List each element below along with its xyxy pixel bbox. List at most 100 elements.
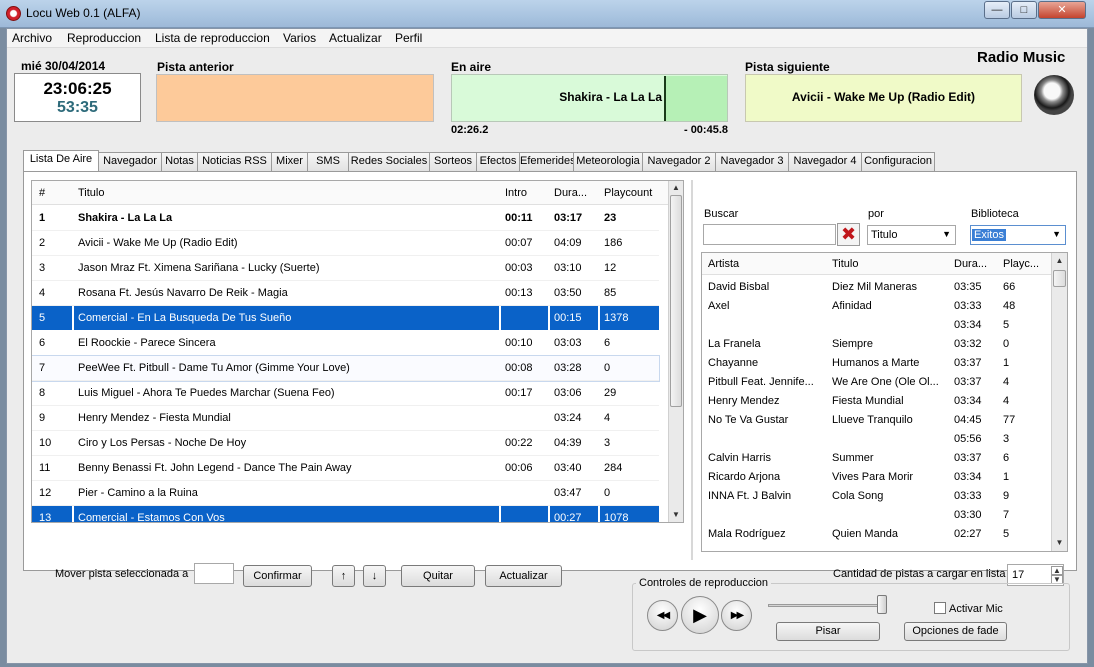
playlist-col-playcount[interactable]: Playcount [604, 187, 652, 199]
prev-track-box [156, 74, 434, 122]
list-item[interactable]: Ricardo Arjona Vives Para Morir 03:34 1 [702, 468, 1051, 487]
library-col-title[interactable]: Titulo [832, 258, 859, 270]
mic-checkbox[interactable] [934, 602, 946, 614]
list-item[interactable]: 03:34 5 [702, 316, 1051, 335]
tab-navegador-3[interactable]: Navegador 3 [715, 152, 789, 171]
move-track-input[interactable] [194, 563, 234, 584]
playlist-cell-title: Shakira - La La La [78, 212, 173, 224]
table-row[interactable]: 5 Comercial - En La Busqueda De Tus Sueño… [32, 306, 659, 331]
menu-archivo[interactable]: Archivo [12, 31, 52, 45]
tab-lista-de-aire[interactable]: Lista De Aire [23, 150, 99, 171]
list-item[interactable]: No Te Va Gustar Llueve Tranquilo 04:45 77 [702, 411, 1051, 430]
on-air-elapsed: 02:26.2 [451, 124, 489, 136]
volume-slider-track[interactable] [768, 604, 886, 607]
playlist-col-number[interactable]: # [39, 187, 45, 199]
playlist-cell-title: Luis Miguel - Ahora Te Puedes Marchar (S… [78, 387, 335, 399]
playlist-col-intro[interactable]: Intro [505, 187, 527, 199]
table-row[interactable]: 8 Luis Miguel - Ahora Te Puedes Marchar (… [32, 381, 659, 406]
library-cell-plays: 48 [1003, 300, 1016, 312]
tab-configuracion[interactable]: Configuracion [861, 152, 935, 171]
tab-efectos[interactable]: Efectos [476, 152, 520, 171]
menu-reproduccion[interactable]: Reproduccion [67, 31, 141, 45]
play-button[interactable]: ▶ [681, 596, 719, 634]
table-row[interactable]: 9 Henry Mendez - Fiesta Mundial 03:24 4 [32, 406, 659, 431]
list-item[interactable]: Chayanne Humanos a Marte 03:37 1 [702, 354, 1051, 373]
playlist-col-duration[interactable]: Dura... [554, 187, 587, 199]
tab-navegador-2[interactable]: Navegador 2 [642, 152, 716, 171]
list-item[interactable]: Axel Afinidad 03:33 48 [702, 297, 1051, 316]
table-row[interactable]: 2 Avicii - Wake Me Up (Radio Edit) 00:07 04… [32, 231, 659, 256]
list-item[interactable]: 05:56 3 [702, 430, 1051, 449]
list-item[interactable]: Calvin Harris Summer 03:37 6 [702, 449, 1051, 468]
tab-efemerides[interactable]: Efemerides [519, 152, 576, 171]
library-col-artist[interactable]: Artista [708, 258, 739, 270]
on-air-progress-marker [664, 76, 727, 121]
menu-actualizar[interactable]: Actualizar [329, 31, 382, 45]
library-scroll-thumb[interactable] [1053, 270, 1066, 287]
menu-lista-de-reproduccion[interactable]: Lista de reproduccion [155, 31, 270, 45]
search-input[interactable] [703, 224, 836, 245]
refresh-button[interactable]: Actualizar [485, 565, 562, 587]
stepper-up-icon[interactable]: ▲ [1051, 566, 1063, 575]
step-button[interactable]: Pisar [776, 622, 880, 641]
table-row[interactable]: 10 Ciro y Los Persas - Noche De Hoy 00:22 0… [32, 431, 659, 456]
search-by-select[interactable]: Titulo ▼ [867, 225, 956, 245]
tab-navegador[interactable]: Navegador [98, 152, 162, 171]
scroll-down-arrow-icon[interactable]: ▼ [1052, 538, 1067, 547]
table-row[interactable]: 6 El Roockie - Parece Sincera 00:10 03:03 6 [32, 331, 659, 356]
volume-slider-thumb[interactable] [877, 595, 887, 614]
table-row[interactable]: 4 Rosana Ft. Jesús Navarro De Reik - Magi… [32, 281, 659, 306]
library-scrollbar[interactable]: ▲ ▼ [1051, 253, 1067, 551]
scroll-up-arrow-icon[interactable]: ▲ [1052, 256, 1067, 265]
radio-logo-icon [1034, 75, 1074, 115]
tab-sorteos[interactable]: Sorteos [429, 152, 477, 171]
maximize-button[interactable]: □ [1011, 1, 1037, 19]
forward-button[interactable]: ▶▶ [721, 600, 752, 631]
menu-perfil[interactable]: Perfil [395, 31, 422, 45]
clear-search-button[interactable]: ✖ [837, 223, 860, 246]
tab-notas[interactable]: Notas [161, 152, 198, 171]
playlist-scroll-thumb[interactable] [670, 195, 682, 407]
move-track-label: Mover pista seleccionada a [55, 568, 189, 580]
tab-redes-sociales[interactable]: Redes Sociales [348, 152, 430, 171]
playlist-scrollbar[interactable]: ▲ ▼ [668, 181, 683, 522]
playlist-cell-plays: 3 [604, 437, 611, 449]
list-item[interactable]: 03:30 7 [702, 506, 1051, 525]
list-item[interactable]: Mala Rodríguez Quien Manda 02:27 5 [702, 525, 1051, 544]
close-button[interactable]: ✕ [1038, 1, 1086, 19]
tab-mixer[interactable]: Mixer [271, 152, 308, 171]
list-item[interactable]: La Franela Siempre 03:32 0 [702, 335, 1051, 354]
tab-navegador-4[interactable]: Navegador 4 [788, 152, 862, 171]
move-up-button[interactable]: ↑ [332, 565, 355, 587]
playlist-cell-title: Avicii - Wake Me Up (Radio Edit) [78, 237, 238, 249]
list-item[interactable]: David Bisbal Diez Mil Maneras 03:35 66 [702, 278, 1051, 297]
playlist-col-title[interactable]: Titulo [78, 187, 105, 199]
tab-sms[interactable]: SMS [307, 152, 349, 171]
table-row[interactable]: 1 Shakira - La La La 00:11 03:17 23 [32, 206, 659, 231]
table-row[interactable]: 3 Jason Mraz Ft. Ximena Sariñana - Lucky … [32, 256, 659, 281]
table-row[interactable]: 12 Pier - Camino a la Ruina 03:47 0 [32, 481, 659, 506]
table-row[interactable]: 7 PeeWee Ft. Pitbull - Dame Tu Amor (Gimm… [32, 355, 660, 382]
tab-noticias-rss[interactable]: Noticias RSS [197, 152, 272, 171]
list-item[interactable]: Pitbull Feat. Jennife... We Are One (Ole … [702, 373, 1051, 392]
list-item[interactable]: Henry Mendez Fiesta Mundial 03:34 4 [702, 392, 1051, 411]
library-col-duration[interactable]: Dura... [954, 258, 987, 270]
remove-button[interactable]: Quitar [401, 565, 475, 587]
playlist-cell-intro: 00:10 [505, 337, 533, 349]
scroll-up-arrow-icon[interactable]: ▲ [669, 183, 683, 192]
list-item[interactable]: INNA Ft. J Balvin Cola Song 03:33 9 [702, 487, 1051, 506]
tab-meteorologia[interactable]: Meteorologia [573, 152, 643, 171]
scroll-down-arrow-icon[interactable]: ▼ [669, 510, 683, 519]
library-cell-title: Fiesta Mundial [832, 395, 904, 407]
fade-options-button[interactable]: Opciones de fade [904, 622, 1007, 641]
menu-varios[interactable]: Varios [283, 31, 316, 45]
minimize-button[interactable]: — [984, 1, 1010, 19]
rewind-button[interactable]: ◀◀ [647, 600, 678, 631]
library-col-playcount[interactable]: Playc... [1003, 258, 1039, 270]
table-row[interactable]: 11 Benny Benassi Ft. John Legend - Dance … [32, 456, 659, 481]
confirm-button[interactable]: Confirmar [243, 565, 312, 587]
table-row[interactable]: 13 Comercial - Estamos Con Vos 00:27 1078 [32, 506, 659, 522]
panel-splitter[interactable] [691, 180, 693, 560]
move-down-button[interactable]: ↓ [363, 565, 386, 587]
library-select[interactable]: Exitos ▼ [970, 225, 1066, 245]
